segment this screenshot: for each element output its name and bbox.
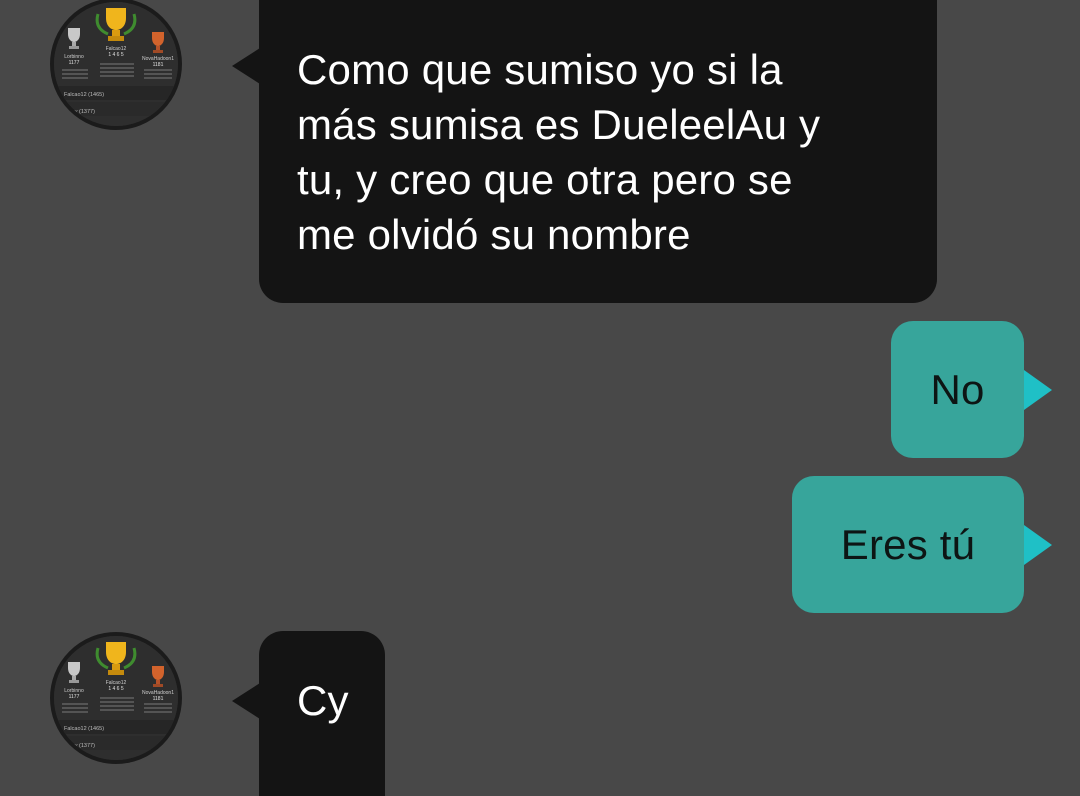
avatar-score-2: 1 4 6 5	[108, 52, 124, 58]
avatar-row-2: vy (1377)	[72, 109, 95, 115]
avatar-score-2: 1 4 6 5	[108, 686, 124, 692]
message-text: Cy	[297, 677, 349, 724]
message-text: Eres tú	[840, 521, 976, 568]
avatar-score-3: 1181	[153, 62, 164, 68]
bubble-tail-outgoing	[1024, 525, 1052, 565]
avatar-row-2: vy (1377)	[72, 743, 95, 749]
avatar-score-1: 1177	[69, 694, 80, 700]
avatar-score-3: 1181	[153, 696, 164, 702]
leaderboard-trophies-avatar-icon: Lorbinno Falcao12 NovaHadoon1 1177 1 4 6…	[54, 2, 178, 126]
incoming-message-bubble[interactable]: Como que sumiso yo si la más sumisa es D…	[259, 0, 937, 303]
outgoing-message-bubble[interactable]: No	[891, 321, 1024, 458]
bubble-tail-incoming	[232, 48, 260, 84]
sender-avatar[interactable]: Lorbinno Falcao12 NovaHadoon1 1177 1 4 6…	[50, 632, 182, 764]
bubble-tail-outgoing	[1024, 370, 1052, 410]
sender-avatar[interactable]: Lorbinno Falcao12 NovaHadoon1 1177 1 4 6…	[50, 0, 182, 130]
avatar-row-1: Falcao12 (1465)	[64, 92, 104, 98]
leaderboard-trophies-avatar-icon: Lorbinno Falcao12 NovaHadoon1 1177 1 4 6…	[54, 636, 178, 760]
outgoing-message-bubble[interactable]: Eres tú	[792, 476, 1024, 613]
avatar-score-1: 1177	[69, 60, 80, 66]
message-text: Como que sumiso yo si la más sumisa es D…	[297, 46, 821, 258]
chat-thread: Lorbinno Falcao12 NovaHadoon1 1177 1 4 6…	[0, 0, 1080, 796]
message-text: No	[930, 366, 985, 413]
avatar-row-1: Falcao12 (1465)	[64, 726, 104, 732]
bubble-tail-incoming	[232, 683, 260, 719]
incoming-message-bubble[interactable]: Cy	[259, 631, 385, 796]
